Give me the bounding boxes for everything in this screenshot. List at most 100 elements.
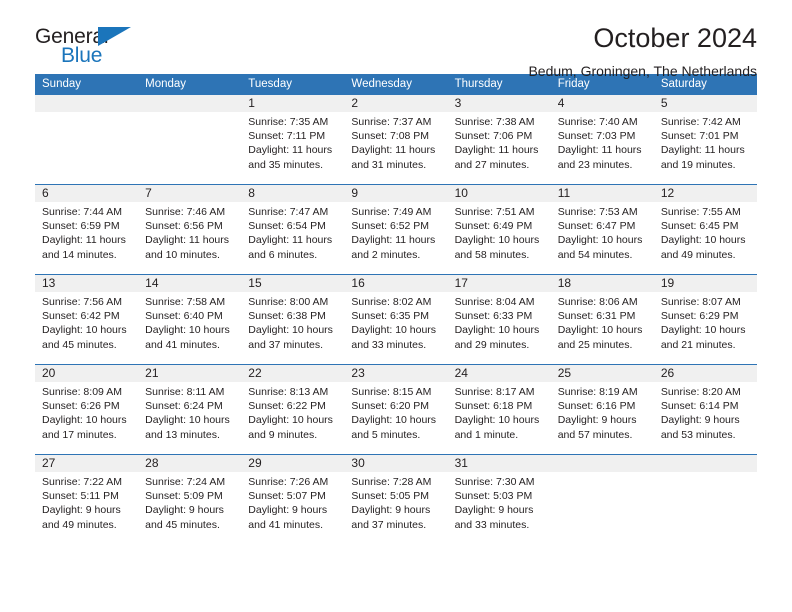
daylight-text: Daylight: 10 hours and 58 minutes. bbox=[454, 234, 540, 261]
daylight-text: Daylight: 11 hours and 10 minutes. bbox=[145, 234, 229, 261]
calendar-week-row: 13 Sunrise: 7:56 AM Sunset: 6:42 PM Dayligh… bbox=[35, 274, 757, 365]
calendar-day-cell[interactable]: 15 Sunrise: 8:00 AM Sunset: 6:38 PM Dayligh… bbox=[241, 274, 345, 365]
page-subtitle-location: Bedum, Groningen, The Netherlands bbox=[528, 62, 757, 79]
calendar-day-cell[interactable]: 27 Sunrise: 7:22 AM Sunset: 5:11 PM Dayligh… bbox=[35, 454, 139, 544]
day-number: 9 bbox=[344, 185, 448, 202]
calendar-day-cell[interactable]: 16 Sunrise: 8:02 AM Sunset: 6:35 PM Dayligh… bbox=[344, 274, 448, 365]
day-number bbox=[35, 95, 139, 112]
calendar-day-cell[interactable]: 12 Sunrise: 7:55 AM Sunset: 6:45 PM Dayligh… bbox=[653, 184, 757, 275]
sunset-text: Sunset: 6:54 PM bbox=[248, 220, 326, 233]
calendar-day-cell[interactable]: 18 Sunrise: 8:06 AM Sunset: 6:31 PM Dayligh… bbox=[550, 274, 654, 365]
day-details: Sunrise: 7:30 AM Sunset: 5:03 PM Daylight:… bbox=[448, 472, 551, 532]
calendar-day-cell[interactable]: 5 Sunrise: 7:42 AM Sunset: 7:01 PM Daylight… bbox=[653, 95, 757, 185]
sunrise-text: Sunrise: 7:55 AM bbox=[660, 206, 741, 218]
day-number: 20 bbox=[35, 365, 139, 382]
calendar-day-cell[interactable]: 11 Sunrise: 7:53 AM Sunset: 6:47 PM Dayligh… bbox=[550, 184, 654, 275]
calendar-cell-empty bbox=[35, 95, 139, 185]
calendar-day-cell[interactable]: 22 Sunrise: 8:13 AM Sunset: 6:22 PM Dayligh… bbox=[241, 364, 345, 455]
calendar-day-cell[interactable]: 10 Sunrise: 7:51 AM Sunset: 6:49 PM Dayligh… bbox=[447, 184, 551, 275]
page-title: October 2024 bbox=[593, 23, 757, 53]
daylight-text: Daylight: 9 hours and 53 minutes. bbox=[660, 414, 740, 441]
daylight-text: Daylight: 10 hours and 21 minutes. bbox=[660, 324, 746, 351]
sunset-text: Sunset: 6:18 PM bbox=[454, 400, 533, 413]
calendar-day-cell[interactable]: 24 Sunrise: 8:17 AM Sunset: 6:18 PM Dayligh… bbox=[447, 364, 551, 455]
sunset-text: Sunset: 7:08 PM bbox=[351, 130, 430, 143]
sunset-text: Sunset: 7:06 PM bbox=[454, 130, 533, 143]
sunset-text: Sunset: 6:52 PM bbox=[351, 220, 430, 233]
calendar-week-row: 6 Sunrise: 7:44 AM Sunset: 6:59 PM Daylight… bbox=[35, 184, 757, 275]
sunrise-text: Sunrise: 7:28 AM bbox=[351, 476, 432, 488]
calendar-day-cell[interactable]: 20 Sunrise: 8:09 AM Sunset: 6:26 PM Dayligh… bbox=[35, 364, 139, 455]
daylight-text: Daylight: 10 hours and 37 minutes. bbox=[248, 324, 333, 351]
daylight-text: Daylight: 9 hours and 37 minutes. bbox=[351, 504, 431, 531]
calendar-day-cell[interactable]: 21 Sunrise: 8:11 AM Sunset: 6:24 PM Dayligh… bbox=[138, 364, 242, 455]
day-details: Sunrise: 8:15 AM Sunset: 6:20 PM Daylight:… bbox=[344, 382, 447, 442]
title-block: October 2024 Bedum, Groningen, The Nethe… bbox=[528, 23, 757, 79]
sunset-text: Sunset: 6:45 PM bbox=[660, 220, 739, 233]
calendar-day-cell[interactable]: 23 Sunrise: 8:15 AM Sunset: 6:20 PM Dayligh… bbox=[344, 364, 448, 455]
daylight-text: Daylight: 9 hours and 45 minutes. bbox=[145, 504, 224, 531]
daylight-text: Daylight: 10 hours and 49 minutes. bbox=[660, 234, 746, 261]
calendar-day-cell[interactable]: 31 Sunrise: 7:30 AM Sunset: 5:03 PM Dayligh… bbox=[447, 454, 551, 544]
calendar-day-cell[interactable]: 2 Sunrise: 7:37 AM Sunset: 7:08 PM Daylight… bbox=[344, 95, 448, 185]
sunset-text: Sunset: 6:47 PM bbox=[557, 220, 636, 233]
calendar-day-cell[interactable]: 1 Sunrise: 7:35 AM Sunset: 7:11 PM Daylight… bbox=[241, 95, 345, 185]
day-details: Sunrise: 7:28 AM Sunset: 5:05 PM Daylight:… bbox=[344, 472, 447, 532]
calendar-day-cell[interactable]: 3 Sunrise: 7:38 AM Sunset: 7:06 PM Daylight… bbox=[447, 95, 551, 185]
calendar-day-cell[interactable]: 9 Sunrise: 7:49 AM Sunset: 6:52 PM Daylight… bbox=[344, 184, 448, 275]
day-number bbox=[138, 95, 242, 112]
day-details: Sunrise: 7:49 AM Sunset: 6:52 PM Daylight:… bbox=[344, 202, 447, 262]
calendar-day-cell[interactable]: 6 Sunrise: 7:44 AM Sunset: 6:59 PM Daylight… bbox=[35, 184, 139, 275]
calendar-day-cell[interactable]: 7 Sunrise: 7:46 AM Sunset: 6:56 PM Daylight… bbox=[138, 184, 242, 275]
sunrise-text: Sunrise: 8:09 AM bbox=[42, 386, 122, 398]
sunrise-text: Sunrise: 8:06 AM bbox=[557, 296, 638, 308]
day-number: 11 bbox=[550, 185, 654, 202]
day-details: Sunrise: 7:47 AM Sunset: 6:54 PM Daylight:… bbox=[241, 202, 344, 262]
daylight-text: Daylight: 10 hours and 33 minutes. bbox=[351, 324, 437, 351]
general-blue-logo[interactable]: General Blue bbox=[35, 24, 147, 72]
day-number: 12 bbox=[653, 185, 757, 202]
day-details: Sunrise: 8:13 AM Sunset: 6:22 PM Daylight:… bbox=[241, 382, 344, 442]
calendar-day-cell[interactable]: 29 Sunrise: 7:26 AM Sunset: 5:07 PM Dayligh… bbox=[241, 454, 345, 544]
day-details: Sunrise: 7:46 AM Sunset: 6:56 PM Daylight:… bbox=[138, 202, 241, 262]
sunset-text: Sunset: 6:29 PM bbox=[660, 310, 739, 323]
calendar-day-cell[interactable]: 26 Sunrise: 8:20 AM Sunset: 6:14 PM Dayligh… bbox=[653, 364, 757, 455]
page-header: General Blue October 2024 Bedum, Groning… bbox=[35, 0, 757, 78]
daylight-text: Daylight: 10 hours and 29 minutes. bbox=[454, 324, 540, 351]
sunrise-text: Sunrise: 8:19 AM bbox=[557, 386, 638, 398]
sunset-text: Sunset: 6:56 PM bbox=[145, 220, 223, 233]
calendar-day-cell[interactable]: 19 Sunrise: 8:07 AM Sunset: 6:29 PM Dayligh… bbox=[653, 274, 757, 365]
sunset-text: Sunset: 6:42 PM bbox=[42, 310, 120, 323]
calendar-day-cell[interactable]: 8 Sunrise: 7:47 AM Sunset: 6:54 PM Daylight… bbox=[241, 184, 345, 275]
sunrise-text: Sunrise: 7:35 AM bbox=[248, 116, 329, 128]
day-number: 10 bbox=[447, 185, 551, 202]
day-number: 27 bbox=[35, 455, 139, 472]
day-details: Sunrise: 7:55 AM Sunset: 6:45 PM Daylight:… bbox=[654, 202, 757, 262]
day-details: Sunrise: 7:22 AM Sunset: 5:11 PM Daylight:… bbox=[35, 472, 138, 532]
calendar-day-cell[interactable]: 25 Sunrise: 8:19 AM Sunset: 6:16 PM Dayligh… bbox=[550, 364, 654, 455]
day-details: Sunrise: 7:58 AM Sunset: 6:40 PM Daylight:… bbox=[138, 292, 241, 352]
calendar-day-cell[interactable]: 30 Sunrise: 7:28 AM Sunset: 5:05 PM Dayligh… bbox=[344, 454, 448, 544]
sunrise-text: Sunrise: 8:07 AM bbox=[660, 296, 741, 308]
day-number: 13 bbox=[35, 275, 139, 292]
weekday-header-monday: Monday bbox=[138, 74, 242, 95]
day-number: 4 bbox=[550, 95, 654, 112]
sunrise-text: Sunrise: 7:56 AM bbox=[42, 296, 122, 308]
day-details: Sunrise: 8:17 AM Sunset: 6:18 PM Daylight:… bbox=[448, 382, 551, 442]
sunrise-text: Sunrise: 8:20 AM bbox=[660, 386, 741, 398]
sunset-text: Sunset: 6:35 PM bbox=[351, 310, 430, 323]
sunset-text: Sunset: 6:40 PM bbox=[145, 310, 223, 323]
day-details: Sunrise: 8:20 AM Sunset: 6:14 PM Daylight:… bbox=[654, 382, 757, 442]
calendar-day-cell[interactable]: 13 Sunrise: 7:56 AM Sunset: 6:42 PM Dayligh… bbox=[35, 274, 139, 365]
calendar-day-cell[interactable]: 17 Sunrise: 8:04 AM Sunset: 6:33 PM Dayligh… bbox=[447, 274, 551, 365]
sunrise-text: Sunrise: 7:38 AM bbox=[454, 116, 535, 128]
calendar-cell-empty bbox=[653, 454, 757, 544]
day-number: 26 bbox=[653, 365, 757, 382]
calendar-day-cell[interactable]: 4 Sunrise: 7:40 AM Sunset: 7:03 PM Daylight… bbox=[550, 95, 654, 185]
calendar-day-cell[interactable]: 28 Sunrise: 7:24 AM Sunset: 5:09 PM Dayligh… bbox=[138, 454, 242, 544]
calendar-day-cell[interactable]: 14 Sunrise: 7:58 AM Sunset: 6:40 PM Dayligh… bbox=[138, 274, 242, 365]
weekday-header-tuesday: Tuesday bbox=[241, 74, 345, 95]
day-number: 23 bbox=[344, 365, 448, 382]
daylight-text: Daylight: 10 hours and 45 minutes. bbox=[42, 324, 127, 351]
sunrise-text: Sunrise: 7:22 AM bbox=[42, 476, 122, 488]
